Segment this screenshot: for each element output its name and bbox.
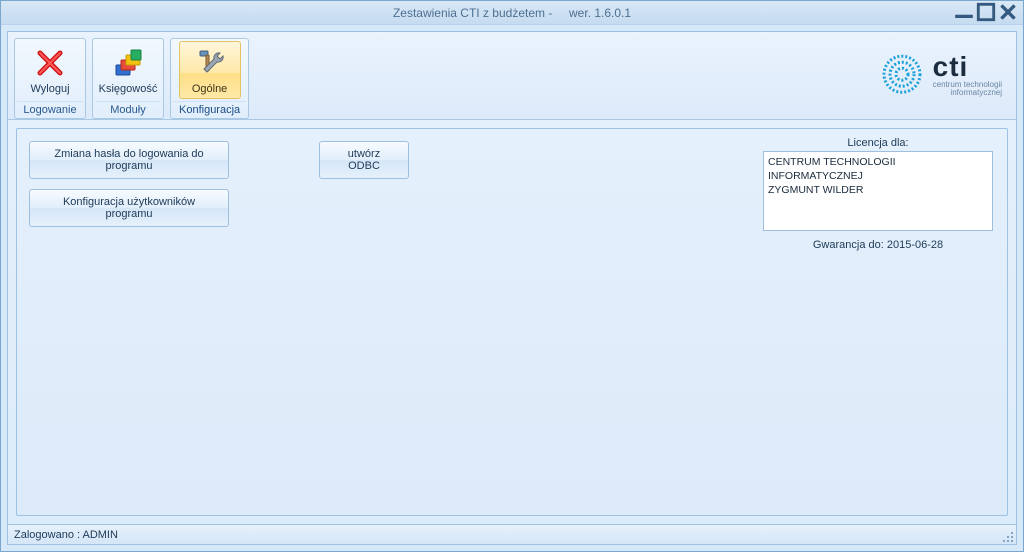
x-icon xyxy=(34,47,66,79)
logout-button[interactable]: Wyloguj xyxy=(19,41,81,99)
stack-icon xyxy=(112,47,144,79)
titlebar: Zestawienia CTI z budżetem - wer. 1.6.0.… xyxy=(1,1,1023,25)
logo-subtitle: centrum technologiiinformatycznej xyxy=(933,81,1002,99)
content-wrap: Zmiana hasła do logowania do programu ut… xyxy=(8,120,1016,524)
general-button[interactable]: Ogólne xyxy=(179,41,241,99)
brand-logo: cti centrum technologiiinformatycznej xyxy=(881,53,1002,99)
ribbon: Wyloguj Logowanie xyxy=(8,32,1016,120)
ribbon-group-title-logowanie: Logowanie xyxy=(17,101,83,117)
globe-icon xyxy=(881,53,923,98)
tools-icon xyxy=(194,47,226,79)
content-panel: Zmiana hasła do logowania do programu ut… xyxy=(16,128,1008,516)
resize-grip-icon[interactable] xyxy=(1000,529,1014,543)
accounting-button[interactable]: Księgowość xyxy=(97,41,159,99)
configure-users-button[interactable]: Konfiguracja użytkowników programu xyxy=(29,189,229,227)
create-odbc-button[interactable]: utwórz ODBC xyxy=(319,141,409,179)
statusbar: Zalogowano : ADMIN xyxy=(8,524,1016,544)
window-title: Zestawienia CTI z budżetem - wer. 1.6.0.… xyxy=(393,6,631,20)
ribbon-group-moduly: Księgowość Moduły xyxy=(92,38,164,119)
license-label: Licencja dla: xyxy=(763,137,993,149)
window-title-main: Zestawienia CTI z budżetem - xyxy=(393,6,552,20)
logout-label: Wyloguj xyxy=(30,83,69,95)
ribbon-group-title-konfiguracja: Konfiguracja xyxy=(173,101,246,117)
ribbon-group-title-moduly: Moduły xyxy=(95,101,161,117)
inner-frame: Wyloguj Logowanie xyxy=(7,31,1017,545)
license-text: CENTRUM TECHNOLOGII INFORMATYCZNEJ ZYGMU… xyxy=(763,151,993,231)
ribbon-group-logowanie: Wyloguj Logowanie xyxy=(14,38,86,119)
window-version: wer. 1.6.0.1 xyxy=(569,6,631,20)
warranty-text: Gwarancja do: 2015-06-28 xyxy=(763,239,993,251)
maximize-button[interactable] xyxy=(975,3,997,21)
ribbon-group-konfiguracja: Ogólne Konfiguracja xyxy=(170,38,249,119)
status-logged-as: Zalogowano : ADMIN xyxy=(14,529,118,541)
close-button[interactable] xyxy=(997,3,1019,21)
accounting-label: Księgowość xyxy=(99,83,158,95)
change-password-button[interactable]: Zmiana hasła do logowania do programu xyxy=(29,141,229,179)
general-label: Ogólne xyxy=(192,83,227,95)
minimize-button[interactable] xyxy=(953,3,975,21)
license-block: Licencja dla: CENTRUM TECHNOLOGII INFORM… xyxy=(763,137,993,251)
main-window: Zestawienia CTI z budżetem - wer. 1.6.0.… xyxy=(0,0,1024,552)
logo-text: cti xyxy=(933,53,1002,81)
